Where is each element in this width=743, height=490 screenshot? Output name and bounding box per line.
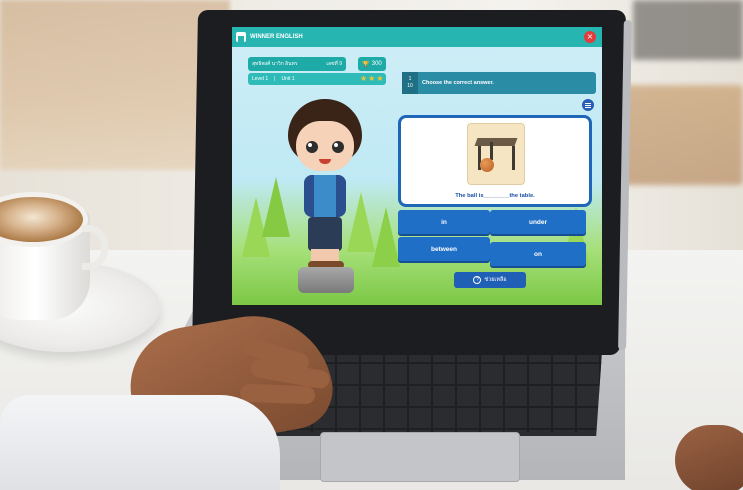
menu-icon[interactable] (582, 99, 594, 111)
background-dark-object (633, 0, 743, 60)
character-eye (306, 141, 318, 153)
sleeve (0, 395, 280, 490)
question-instruction: Choose the correct answer. (422, 80, 494, 86)
tree (372, 207, 400, 267)
table-leg (512, 146, 515, 170)
question-total: 10 (407, 83, 413, 89)
home-icon[interactable] (236, 32, 246, 42)
star-icon: ★ (376, 74, 384, 83)
app-title: WINNER ENGLISH (250, 34, 303, 40)
rock (298, 267, 354, 293)
right-hand (675, 425, 743, 490)
answer-button-in[interactable]: in (398, 210, 490, 234)
points-badge: 🏆 300 (358, 57, 386, 71)
ball (480, 158, 494, 172)
title-bar: WINNER ENGLISH × (232, 27, 602, 47)
help-label: ช่วยเหลือ (484, 277, 507, 283)
unit-label: Unit 1 (281, 76, 295, 82)
table-top (474, 138, 518, 146)
avatar-character (280, 99, 370, 299)
student-name: สุทธิพงศ์ นาวิก อินทร (252, 61, 298, 67)
level-label: Level 1 (252, 76, 269, 82)
answer-button-between[interactable]: between (398, 237, 490, 261)
question-counter: 1 10 (402, 72, 418, 94)
help-icon: ? (473, 276, 482, 284)
question-header: 1 10 Choose the correct answer. (402, 72, 596, 94)
answer-button-on[interactable]: on (490, 242, 586, 266)
help-button[interactable]: ? ช่วยเหลือ (454, 272, 526, 288)
student-name-row: สุทธิพงศ์ นาวิก อินทร เลขที่ 9 (248, 57, 346, 71)
trophy-icon: 🏆 (362, 61, 370, 68)
student-rank: เลขที่ 9 (326, 61, 342, 67)
question-number: 1 (408, 76, 412, 82)
level-divider: | (274, 76, 276, 82)
character-vest (304, 175, 346, 217)
app-screen: WINNER ENGLISH × สุทธิพงศ์ นาวิก อินทร เ… (232, 27, 602, 305)
character-eye (332, 141, 344, 153)
character-pants (308, 217, 342, 251)
trackpad (320, 432, 520, 482)
close-button[interactable]: × (584, 31, 596, 43)
question-picture (467, 123, 525, 185)
star-rating: ★ ★ ★ (360, 75, 384, 83)
student-info: สุทธิพงศ์ นาวิก อินทร เลขที่ 9 🏆 300 Lev… (248, 57, 386, 89)
table-leg (490, 142, 493, 160)
star-icon: ★ (368, 74, 376, 83)
star-icon: ★ (360, 74, 368, 83)
question-card: The ball is________the table. (398, 115, 592, 207)
finger (239, 383, 316, 405)
points-value: 300 (371, 61, 382, 67)
question-sentence: The ball is________the table. (455, 193, 535, 199)
answer-button-under[interactable]: under (490, 210, 586, 234)
